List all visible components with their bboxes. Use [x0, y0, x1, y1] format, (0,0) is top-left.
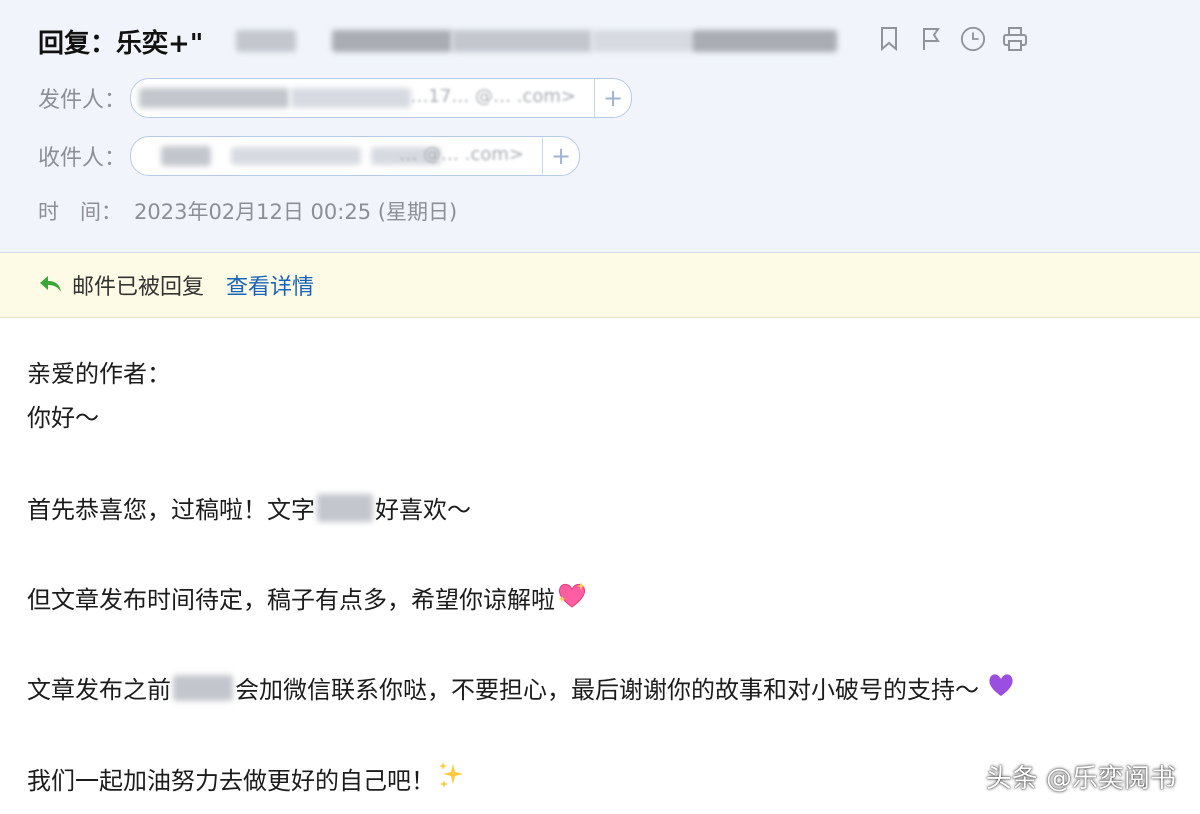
- flag-icon[interactable]: [918, 24, 944, 54]
- body-paragraph-1-end: 好喜欢～: [375, 496, 471, 524]
- body-paragraph-3-end: 会加微信联系你哒，不要担心，最后谢谢你的故事和对小破号的支持～: [235, 676, 979, 704]
- add-sender-contact-button[interactable]: +: [594, 79, 631, 117]
- sender-address-text: …17… @… .com>: [410, 86, 576, 107]
- body-paragraph-3: 文章发布之前 会加微信联系你哒，不要担心，最后谢谢你的故事和对小破号的支持～: [27, 670, 1015, 705]
- time-row: 时 间： 2023年02月12日 00:25 (星期日): [38, 196, 457, 226]
- body-paragraph-1: 首先恭喜您，过稿啦！文字 好喜欢～: [27, 490, 471, 525]
- subject-text: 回复：乐奕+": [38, 28, 204, 59]
- recipient-row: 收件人： … @… .com> +: [38, 136, 580, 176]
- body-greeting: 亲爱的作者：: [27, 360, 171, 388]
- subject-redacted: [452, 30, 592, 52]
- mail-actions: [876, 24, 1028, 54]
- reply-arrow-icon: [38, 272, 64, 298]
- sparkling-heart-icon: [557, 581, 587, 615]
- mail-header: 回复：乐奕+" 发件人： …17… @… .com> + 收件人： … @… .…: [0, 0, 1200, 253]
- bookmark-icon[interactable]: [876, 24, 902, 54]
- body-redacted: [317, 493, 373, 522]
- sender-address: …17… @… .com>: [131, 79, 594, 117]
- watermark: 头条 @乐奕阅书: [985, 764, 1176, 794]
- body-hello: 你好～: [27, 404, 99, 432]
- subject-redacted: [236, 30, 296, 52]
- add-recipient-contact-button[interactable]: +: [542, 137, 579, 175]
- body-paragraph-3-start: 文章发布之前: [27, 676, 171, 704]
- recipient-label: 收件人：: [38, 146, 127, 171]
- print-icon[interactable]: [1002, 24, 1028, 54]
- purple-heart-icon: [987, 672, 1015, 704]
- replied-notice-bar: 邮件已被回复 查看详情: [0, 253, 1200, 318]
- subject-redacted: [592, 30, 692, 52]
- sparkles-icon: [437, 760, 465, 796]
- sender-label: 发件人：: [38, 88, 127, 113]
- body-redacted: [173, 674, 233, 701]
- recipient-chip[interactable]: … @… .com> +: [130, 136, 580, 176]
- recipient-address: … @… .com>: [131, 137, 542, 175]
- time-value: 2023年02月12日 00:25 (星期日): [134, 200, 458, 224]
- body-paragraph-2-text: 但文章发布时间待定，稿子有点多，希望你谅解啦: [27, 586, 555, 614]
- replied-status-text: 邮件已被回复: [72, 275, 205, 300]
- body-paragraph-4-text: 我们一起加油努力去做更好的自己吧！: [27, 766, 435, 795]
- subject-redacted: [332, 30, 452, 52]
- body-paragraph-2: 但文章发布时间待定，稿子有点多，希望你谅解啦: [27, 580, 587, 615]
- time-label: 时 间：: [38, 200, 122, 224]
- body-paragraph-1-start: 首先恭喜您，过稿啦！文字: [27, 496, 315, 524]
- clock-icon[interactable]: [960, 24, 986, 54]
- view-details-link[interactable]: 查看详情: [226, 269, 314, 301]
- sender-chip[interactable]: …17… @… .com> +: [130, 78, 632, 118]
- mail-subject: 回复：乐奕+": [38, 22, 203, 60]
- recipient-address-text: … @… .com>: [399, 144, 524, 165]
- sender-row: 发件人： …17… @… .com> +: [38, 78, 632, 118]
- body-paragraph-4: 我们一起加油努力去做更好的自己吧！: [27, 760, 465, 796]
- subject-redacted: [692, 30, 837, 52]
